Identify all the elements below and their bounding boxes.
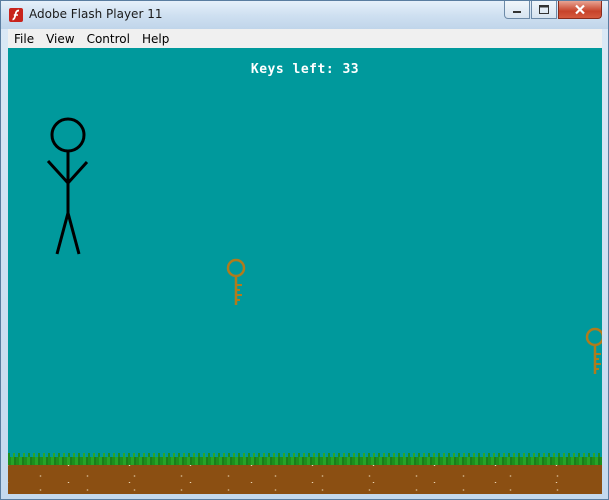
maximize-icon [539,5,549,14]
dirt-ground [8,465,602,494]
flash-player-window: Adobe Flash Player 11 File View Control … [0,0,609,500]
menu-bar: File View Control Help [8,29,602,48]
key-icon [585,327,602,374]
keys-left-counter: Keys left: 33 [250,62,360,77]
close-button[interactable] [558,1,602,19]
game-stage[interactable]: Keys left: 33 [8,48,602,494]
flash-player-icon [9,8,23,22]
minimize-icon [513,11,521,13]
menu-view[interactable]: View [40,32,80,46]
minimize-button[interactable] [504,1,530,19]
stickman-player [46,117,89,255]
title-bar[interactable]: Adobe Flash Player 11 [1,1,608,29]
menu-file[interactable]: File [8,32,40,46]
maximize-button[interactable] [531,1,557,19]
key-icon [226,258,246,305]
caption-buttons [503,1,602,21]
grass-strip [8,457,602,465]
close-icon [575,4,585,15]
menu-control[interactable]: Control [81,32,136,46]
window-title: Adobe Flash Player 11 [29,7,163,21]
menu-help[interactable]: Help [136,32,175,46]
